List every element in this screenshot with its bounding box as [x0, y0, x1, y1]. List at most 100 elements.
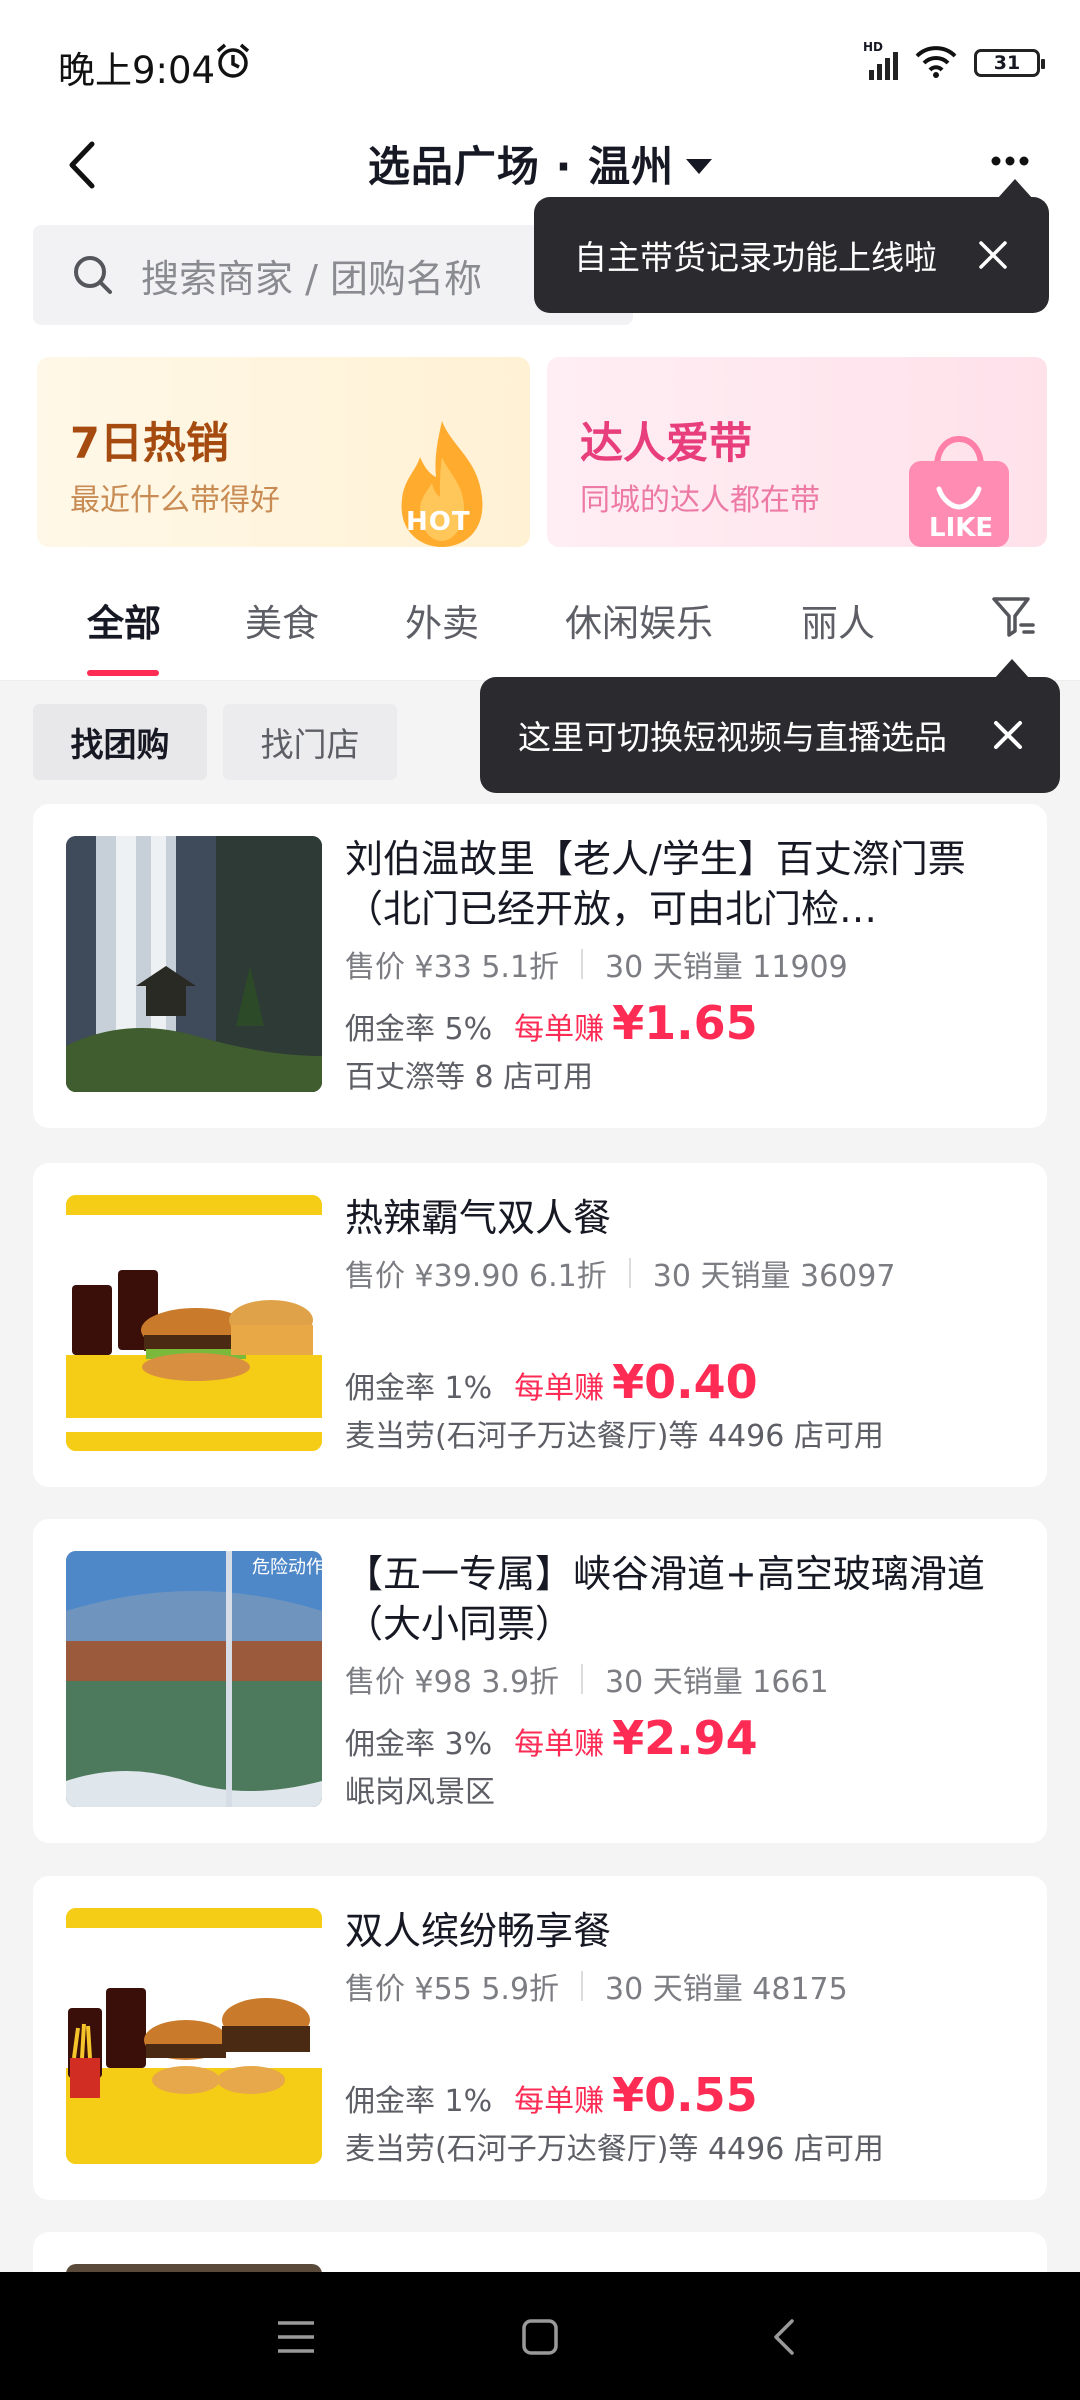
tooltip-arrow	[994, 659, 1030, 679]
commission-rate: 佣金率 1%	[345, 2084, 493, 2119]
product-name: 热辣霸气双人餐	[345, 1196, 612, 1240]
tab-food[interactable]: 美食	[245, 593, 319, 647]
flame-icon: HOT	[382, 417, 502, 547]
divider	[581, 1664, 584, 1694]
home-button[interactable]	[515, 2312, 565, 2362]
product-image-slide: 危险动作	[66, 1551, 322, 1807]
product-info: 刘伯温故里【老人/学生】百丈漈门票（北门已经开放，可由北门检… 售价 ¥33 5…	[345, 834, 1017, 1096]
commission-rate: 佣金率 5%	[345, 1012, 493, 1047]
network-label: HD	[863, 40, 884, 54]
product-meta: 售价 ¥98 3.9折 30 天销量 1661	[345, 1657, 1017, 1701]
product-name: 【五一专属】峡谷滑道+高空玻璃滑道（大小同票）	[345, 1552, 985, 1646]
banner-title: 7日热销	[70, 419, 229, 469]
close-tooltip-button[interactable]	[973, 235, 1013, 275]
tab-active-indicator	[87, 670, 159, 676]
earn-value: ¥0.55	[612, 2068, 758, 2122]
banner-subtitle: 最近什么带得好	[70, 483, 280, 518]
product-image-combo-meal	[66, 1908, 322, 2164]
search-icon	[74, 256, 112, 294]
banner-title: 达人爱带	[580, 419, 752, 469]
filter-tooltip: 这里可切换短视频与直播选品	[480, 659, 1060, 793]
product-name: 双人缤纷畅享餐	[345, 1909, 612, 1953]
back-icon	[774, 2319, 794, 2355]
product-card[interactable]: 危险动作 【五一专属】峡谷滑道+高空玻璃滑道（大小同票） 售价 ¥98 3.9折…	[33, 1519, 1047, 1843]
product-card[interactable]: 刘伯温故里【老人/学生】百丈漈门票（北门已经开放，可由北门检… 售价 ¥33 5…	[33, 804, 1047, 1128]
feature-tooltip: 自主带货记录功能上线啦	[534, 179, 1049, 313]
influencer-picks-banner[interactable]: 达人爱带 同城的达人都在带 LIKE	[547, 357, 1047, 547]
product-image-waterfall	[66, 836, 322, 1092]
chip-find-store[interactable]: 找门店	[223, 704, 397, 780]
filter-icon	[992, 597, 1035, 637]
product-sales: 30 天销量 48175	[605, 1972, 848, 2007]
status-bar: 晚上9:04 HD 31	[0, 0, 1080, 115]
product-sales: 30 天销量 36097	[652, 1259, 896, 1294]
tab-all[interactable]: 全部	[87, 593, 161, 647]
commission-row: 佣金率 1% 每单赚 ¥0.40	[345, 1355, 1017, 1409]
more-icon	[991, 156, 1029, 166]
chip-find-group-buy[interactable]: 找团购	[33, 704, 207, 780]
banner-row: 7日热销 最近什么带得好 HOT 达人爱带 同城的达人都在带 LIKE	[0, 343, 1080, 563]
battery-icon: 31	[974, 49, 1045, 77]
wifi-icon	[914, 44, 958, 82]
search-placeholder: 搜索商家 / 团购名称	[141, 256, 482, 301]
close-tooltip-button[interactable]	[988, 715, 1028, 755]
city-dropdown-icon	[686, 159, 713, 174]
system-nav-bar	[0, 2272, 1080, 2400]
close-icon	[979, 241, 1007, 269]
product-meta: 售价 ¥33 5.1折 30 天销量 11909	[345, 942, 1017, 986]
commission-row: 佣金率 3% 每单赚 ¥2.94	[345, 1711, 1017, 1765]
hot-badge: HOT	[406, 507, 471, 537]
page-title-text: 选品广场 · 温州	[367, 142, 675, 191]
product-info: 【五一专属】峡谷滑道+高空玻璃滑道（大小同票） 售价 ¥98 3.9折 30 天…	[345, 1549, 1017, 1811]
menu-icon	[278, 2321, 314, 2353]
divider	[628, 1258, 631, 1288]
tooltip-text: 这里可切换短视频与直播选品	[518, 718, 947, 757]
earn-label: 每单赚	[514, 1371, 605, 1406]
category-tabs: 全部 美食 外卖 休闲娱乐 丽人	[0, 563, 1080, 681]
product-image-burger-meal	[66, 1195, 322, 1451]
available-stores: 百丈漈等 8 店可用	[345, 1060, 594, 1095]
menu-button[interactable]	[271, 2312, 321, 2362]
system-back-button[interactable]	[760, 2312, 810, 2362]
earn-label: 每单赚	[514, 2084, 605, 2119]
shopping-bag-icon: LIKE	[899, 427, 1019, 547]
product-info: 双人缤纷畅享餐 售价 ¥55 5.9折 30 天销量 48175 佣金率 1% …	[345, 1906, 1017, 2168]
available-stores: 麦当劳(石河子万达餐厅)等 4496 店可用	[345, 2132, 884, 2167]
home-icon	[522, 2319, 558, 2355]
product-meta: 售价 ¥55 5.9折 30 天销量 48175	[345, 1964, 1017, 2008]
commission-row: 佣金率 1% 每单赚 ¥0.55	[345, 2068, 1017, 2122]
product-price: 售价 ¥98 3.9折	[345, 1665, 560, 1700]
filter-button[interactable]	[986, 589, 1042, 645]
tab-beauty[interactable]: 丽人	[801, 593, 875, 647]
earn-value: ¥0.40	[612, 1355, 758, 1409]
image-overlay-text: 危险动作	[252, 1557, 322, 1578]
product-price: 售价 ¥55 5.9折	[345, 1972, 560, 2007]
tab-takeout[interactable]: 外卖	[405, 593, 479, 647]
earn-value: ¥2.94	[612, 1711, 758, 1765]
product-card[interactable]: 热辣霸气双人餐 售价 ¥39.90 6.1折 30 天销量 36097 佣金率 …	[33, 1163, 1047, 1487]
product-sales: 30 天销量 1661	[605, 1665, 829, 1700]
product-info: 热辣霸气双人餐 售价 ¥39.90 6.1折 30 天销量 36097 佣金率 …	[345, 1193, 1017, 1455]
product-price: 售价 ¥33 5.1折	[345, 950, 560, 985]
available-stores: 麦当劳(石河子万达餐厅)等 4496 店可用	[345, 1419, 884, 1454]
tooltip-arrow	[997, 179, 1033, 199]
status-time: 晚上9:04	[58, 49, 216, 92]
product-sales: 30 天销量 11909	[605, 950, 848, 985]
close-icon	[994, 721, 1022, 749]
tab-leisure[interactable]: 休闲娱乐	[565, 593, 713, 647]
like-badge: LIKE	[929, 513, 994, 543]
hot-sales-banner[interactable]: 7日热销 最近什么带得好 HOT	[37, 357, 530, 547]
earn-value: ¥1.65	[612, 996, 758, 1050]
commission-rate: 佣金率 3%	[345, 1727, 493, 1762]
product-price: 售价 ¥39.90 6.1折	[345, 1259, 607, 1294]
commission-rate: 佣金率 1%	[345, 1371, 493, 1406]
divider	[581, 949, 584, 979]
page-title[interactable]: 选品广场 · 温州	[0, 133, 1080, 194]
tooltip-text: 自主带货记录功能上线啦	[574, 238, 937, 277]
banner-subtitle: 同城的达人都在带	[580, 483, 820, 518]
signal-icon: HD	[863, 40, 898, 80]
product-meta: 售价 ¥39.90 6.1折 30 天销量 36097	[345, 1251, 1017, 1295]
commission-row: 佣金率 5% 每单赚 ¥1.65	[345, 996, 1017, 1050]
product-name: 刘伯温故里【老人/学生】百丈漈门票（北门已经开放，可由北门检…	[345, 837, 966, 931]
product-card[interactable]: 双人缤纷畅享餐 售价 ¥55 5.9折 30 天销量 48175 佣金率 1% …	[33, 1876, 1047, 2200]
